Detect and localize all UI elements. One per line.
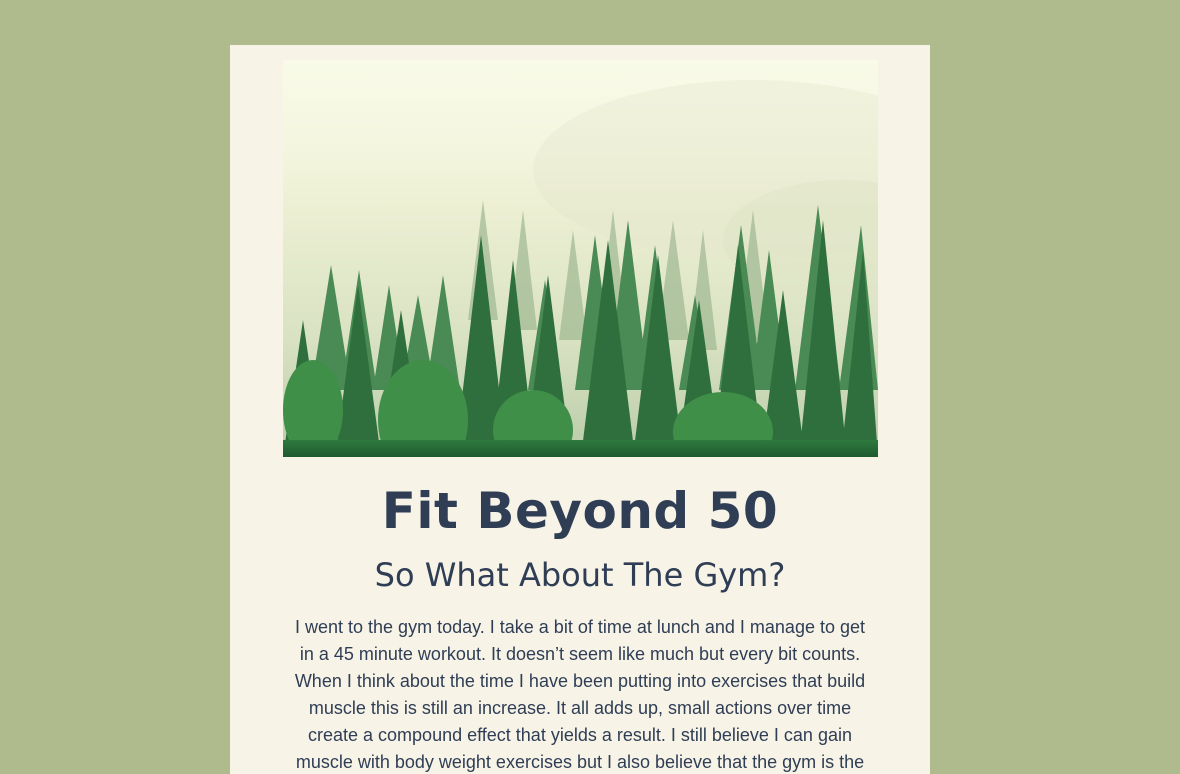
hero-image — [283, 60, 878, 457]
post-card: Fit Beyond 50 So What About The Gym? I w… — [230, 45, 930, 774]
misty-forest-photo — [283, 60, 878, 457]
post-body: I went to the gym today. I take a bit of… — [294, 617, 866, 772]
page-title: Fit Beyond 50 — [381, 482, 779, 540]
post-subtitle: So What About The Gym? — [374, 556, 786, 594]
